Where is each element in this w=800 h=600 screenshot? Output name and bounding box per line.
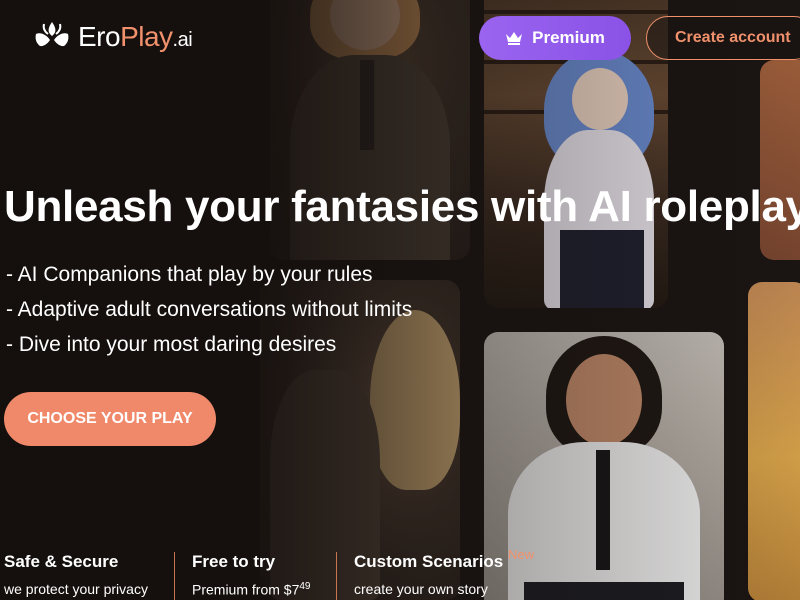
logo-text: EroPlay.ai bbox=[78, 21, 193, 52]
feature-item: - AI Companions that play by your rules bbox=[6, 263, 373, 286]
stat-safe-secure: Safe & Secure we protect your privacy bbox=[4, 552, 148, 597]
feature-item: - Dive into your most daring desires bbox=[6, 333, 337, 356]
premium-label: Premium bbox=[532, 28, 605, 47]
stat-title: Safe & Secure bbox=[4, 552, 119, 571]
stat-title: Free to try bbox=[192, 552, 276, 571]
hero-title: Unleash your fantasies with AI roleplay bbox=[4, 182, 800, 231]
stat-free-to-try: Free to try Premium from $749 bbox=[192, 552, 310, 598]
stat-subtitle: create your own story bbox=[354, 581, 488, 597]
price-cents: 49 bbox=[299, 581, 311, 592]
divider bbox=[174, 552, 175, 600]
choose-your-play-button[interactable]: CHOOSE YOUR PLAY bbox=[4, 392, 216, 446]
stat-custom-scenarios: Custom Scenarios create your own story bbox=[354, 552, 503, 597]
feature-list: - AI Companions that play by your rules … bbox=[6, 262, 412, 367]
create-account-label: Create account bbox=[675, 29, 791, 46]
cta-label: CHOOSE YOUR PLAY bbox=[27, 410, 193, 427]
logo[interactable]: EroPlay.ai bbox=[34, 20, 193, 54]
crown-icon bbox=[506, 32, 523, 45]
stat-subtitle: we protect your privacy bbox=[4, 581, 148, 597]
create-account-button[interactable]: Create account bbox=[646, 16, 800, 60]
new-badge: New bbox=[508, 547, 535, 562]
premium-button[interactable]: Premium bbox=[479, 16, 631, 60]
divider bbox=[336, 552, 337, 600]
stat-subtitle: Premium from $749 bbox=[192, 581, 311, 598]
flame-mask-icon bbox=[35, 22, 69, 47]
stat-title: Custom Scenarios bbox=[354, 552, 504, 571]
feature-item: - Adaptive adult conversations without l… bbox=[6, 298, 413, 321]
